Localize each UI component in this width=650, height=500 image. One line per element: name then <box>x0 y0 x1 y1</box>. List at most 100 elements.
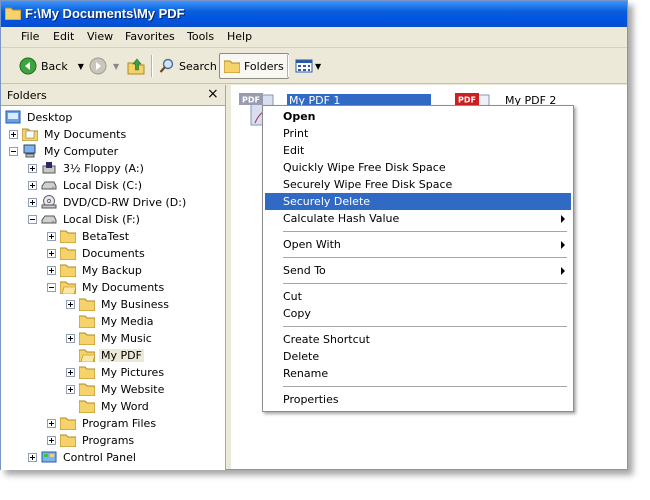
hard-disk-icon <box>41 181 57 190</box>
folders-pane-header: Folders × <box>1 85 227 105</box>
tree-item-control-panel[interactable]: Control Panel <box>28 449 138 465</box>
tree-item-floppy-a[interactable]: 3½ Floppy (A:) <box>28 160 146 176</box>
menu-tools[interactable]: Tools <box>187 30 214 43</box>
forward-dropdown-icon[interactable]: ▼ <box>113 62 119 71</box>
menu-item-cut[interactable]: Cut <box>265 288 571 305</box>
collapse-icon[interactable] <box>28 214 37 224</box>
submenu-arrow-icon <box>561 267 565 275</box>
back-arrow-icon <box>19 57 37 75</box>
menu-item-securely-delete[interactable]: Securely Delete <box>265 193 571 210</box>
tree-item-my-website[interactable]: My Website <box>66 381 166 397</box>
expand-icon[interactable] <box>28 163 37 173</box>
menu-edit[interactable]: Edit <box>53 30 74 43</box>
tree-item-my-documents-f[interactable]: My Documents <box>47 279 166 295</box>
menu-help[interactable]: Help <box>227 30 252 43</box>
menu-item-create-shortcut[interactable]: Create Shortcut <box>265 331 571 348</box>
menu-item-delete[interactable]: Delete <box>265 348 571 365</box>
menu-item-securely-wipe[interactable]: Securely Wipe Free Disk Space <box>265 176 571 193</box>
tree-item-program-files[interactable]: Program Files <box>47 415 158 431</box>
tree-item-my-backup[interactable]: My Backup <box>47 262 144 278</box>
tree-item-my-word[interactable]: My Word <box>79 398 151 414</box>
up-folder-button[interactable] <box>127 54 145 78</box>
expand-icon[interactable] <box>28 180 37 190</box>
menu-separator <box>283 283 567 284</box>
menu-view[interactable]: View <box>87 30 113 43</box>
menu-favorites[interactable]: Favorites <box>125 30 175 43</box>
tree-item-my-documents[interactable]: My Documents <box>9 126 128 142</box>
expand-icon[interactable] <box>66 333 75 343</box>
menu-item-edit[interactable]: Edit <box>265 142 571 159</box>
views-dropdown-icon: ▼ <box>315 61 322 71</box>
folder-icon <box>79 315 95 328</box>
menu-item-print[interactable]: Print <box>265 125 571 142</box>
tree-item-programs[interactable]: Programs <box>47 432 136 448</box>
desktop-icon <box>5 110 21 124</box>
folder-icon <box>79 366 95 379</box>
computer-icon <box>23 144 36 158</box>
close-icon[interactable]: × <box>207 86 219 102</box>
expand-icon[interactable] <box>66 367 75 377</box>
tree-item-local-disk-f[interactable]: Local Disk (F:) <box>28 211 142 227</box>
collapse-icon[interactable] <box>47 282 56 292</box>
tree-item-my-pdf[interactable]: My PDF <box>79 347 144 363</box>
expand-icon[interactable] <box>66 384 75 394</box>
expand-icon[interactable] <box>9 129 18 139</box>
folder-icon <box>79 383 95 396</box>
tree-item-dvd-drive-d[interactable]: DVD/CD-RW Drive (D:) <box>28 194 188 210</box>
folder-icon <box>5 7 21 20</box>
menu-item-open[interactable]: Open <box>265 108 571 125</box>
expand-icon[interactable] <box>47 231 56 241</box>
expand-icon[interactable] <box>28 452 37 462</box>
menu-separator <box>283 326 567 327</box>
menu-item-copy[interactable]: Copy <box>265 305 571 322</box>
menu-item-quickly-wipe[interactable]: Quickly Wipe Free Disk Space <box>265 159 571 176</box>
tree-item-local-disk-c[interactable]: Local Disk (C:) <box>28 177 144 193</box>
folders-button[interactable]: Folders <box>219 53 289 79</box>
folder-tree: Desktop My Documents My Computer 3½ Flop… <box>1 105 225 470</box>
expand-icon[interactable] <box>66 299 75 309</box>
tree-item-my-music[interactable]: My Music <box>66 330 154 346</box>
menu-separator <box>283 257 567 258</box>
tree-item-documents[interactable]: Documents <box>47 245 147 261</box>
views-grid-icon <box>295 59 313 73</box>
tree-item-my-pictures[interactable]: My Pictures <box>66 364 166 380</box>
toolbar: Back ▼ ▼ Search Folders ▼ <box>1 49 627 84</box>
folder-icon <box>79 332 95 345</box>
tree-item-my-business[interactable]: My Business <box>66 296 171 312</box>
collapse-icon[interactable] <box>9 146 18 156</box>
search-button[interactable]: Search <box>159 54 217 78</box>
folder-icon <box>60 247 76 260</box>
menu-separator <box>283 231 567 232</box>
expand-icon[interactable] <box>28 197 37 207</box>
folder-icon <box>79 400 95 413</box>
menu-item-send-to[interactable]: Send To <box>265 262 571 279</box>
pdf-badge: PDF <box>242 96 260 105</box>
menu-item-open-with[interactable]: Open With <box>265 236 571 253</box>
menu-item-calculate-hash[interactable]: Calculate Hash Value <box>265 210 571 227</box>
back-button[interactable]: Back ▼ <box>19 54 84 78</box>
documents-folder-icon <box>22 128 38 141</box>
folders-pane-title: Folders <box>7 89 47 102</box>
menu-bar: File Edit View Favorites Tools Help <box>1 27 627 48</box>
control-panel-icon <box>41 451 57 463</box>
expand-icon[interactable] <box>47 435 56 445</box>
views-button[interactable]: ▼ <box>295 54 321 78</box>
expand-icon[interactable] <box>47 265 56 275</box>
forward-button[interactable]: ▼ <box>89 54 119 78</box>
tree-item-my-computer[interactable]: My Computer <box>9 143 120 159</box>
floppy-drive-icon <box>42 162 56 174</box>
expand-icon[interactable] <box>47 418 56 428</box>
folder-icon <box>60 264 76 277</box>
back-dropdown-icon[interactable]: ▼ <box>78 62 84 71</box>
title-bar[interactable]: F:\My Documents\My PDF <box>1 1 627 27</box>
expand-icon[interactable] <box>47 248 56 258</box>
menu-file[interactable]: File <box>21 30 39 43</box>
tree-item-my-media[interactable]: My Media <box>79 313 156 329</box>
menu-item-rename[interactable]: Rename <box>265 365 571 382</box>
folder-icon <box>60 434 76 447</box>
tree-item-desktop[interactable]: Desktop <box>5 109 74 125</box>
search-icon <box>159 58 174 73</box>
tree-item-betatest[interactable]: BetaTest <box>47 228 131 244</box>
open-folder-icon <box>79 349 95 362</box>
menu-item-properties[interactable]: Properties <box>265 391 571 408</box>
